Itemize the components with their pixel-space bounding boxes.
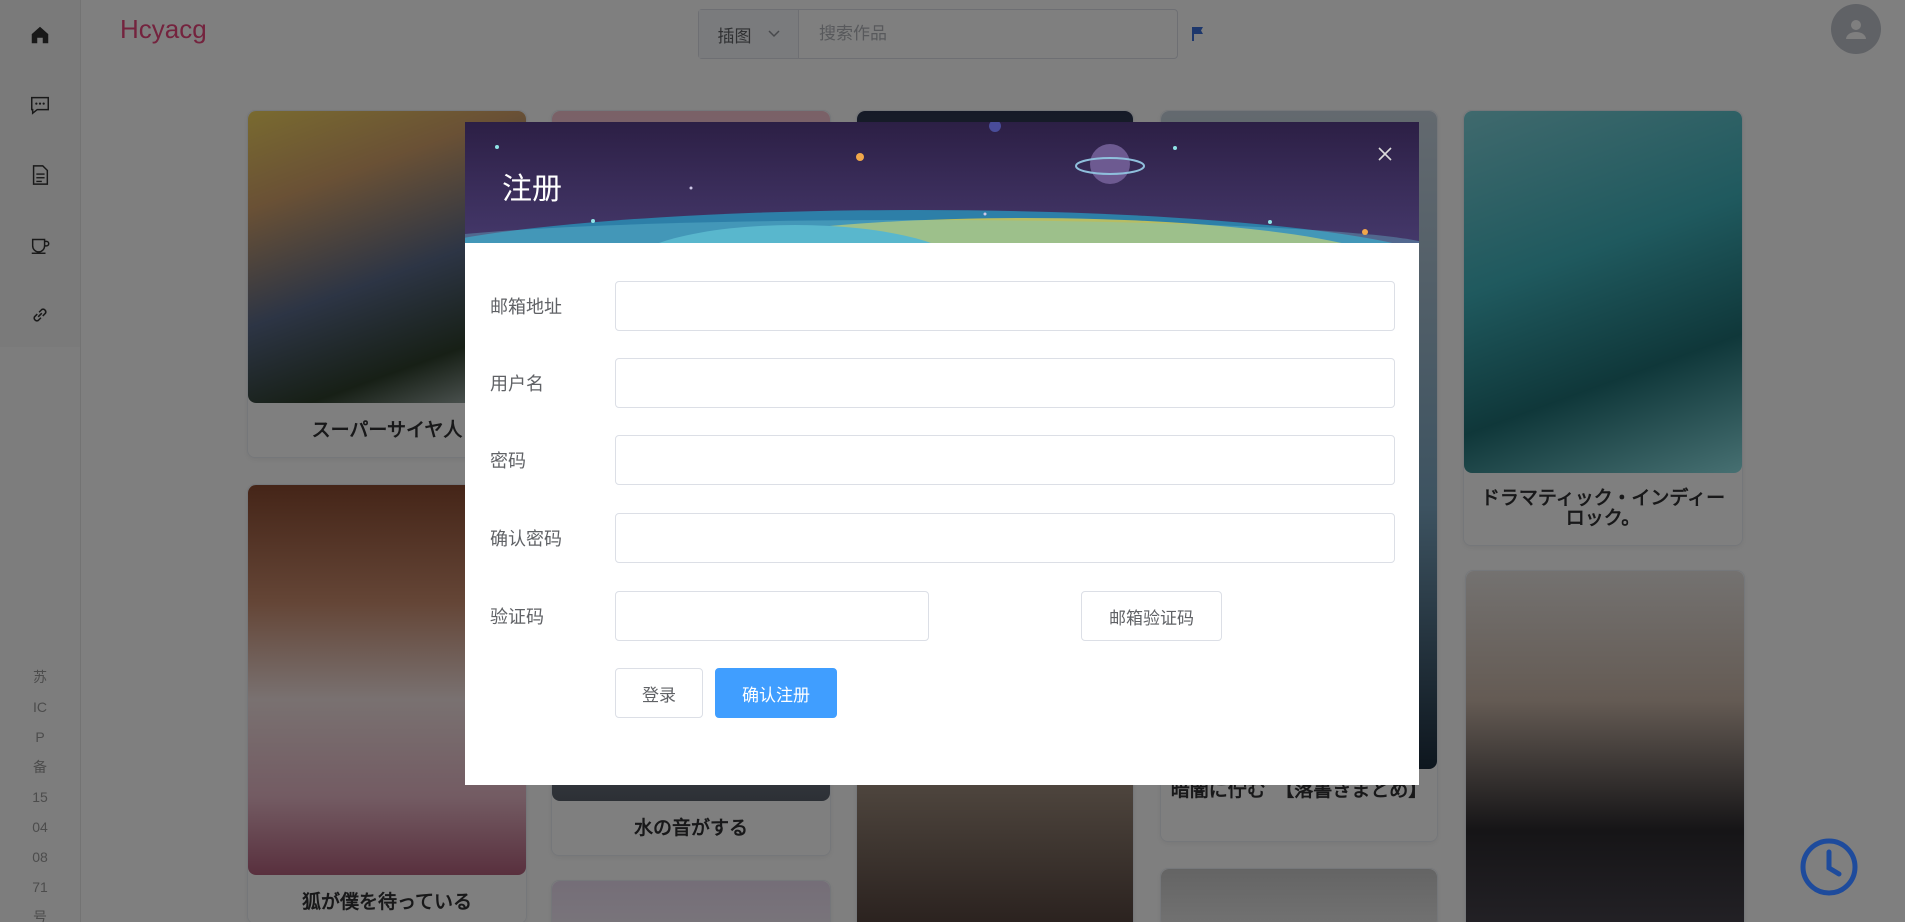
dialog-title: 注册 [502,173,562,206]
confirm-register-button[interactable]: 确认注册 [715,668,837,718]
confirm-password-label: 确认密码 [490,529,562,549]
login-button[interactable]: 登录 [615,668,703,718]
username-label: 用户名 [490,374,544,394]
email-field[interactable] [615,281,1395,331]
actions-row: 登录 确认注册 [465,668,1419,720]
username-field[interactable] [615,358,1395,408]
verification-code-row: 验证码 邮箱验证码 [465,591,1419,643]
dialog-header: 注册 [465,122,1419,243]
email-label: 邮箱地址 [490,297,562,317]
verification-code-label: 验证码 [490,607,544,627]
space-banner-art [465,122,1419,243]
confirm-password-row: 确认密码 [465,513,1419,565]
register-dialog: 注册 邮箱地址 用户名 密码 确认密码 验证码 邮箱验证码 登录 确认注册 [465,122,1419,785]
verification-code-field[interactable] [615,591,929,641]
password-field[interactable] [615,435,1395,485]
confirm-password-field[interactable] [615,513,1395,563]
email-row: 邮箱地址 [465,281,1419,333]
username-row: 用户名 [465,358,1419,410]
send-email-code-button[interactable]: 邮箱验证码 [1081,591,1222,641]
password-label: 密码 [490,451,526,471]
password-row: 密码 [465,435,1419,487]
clock-icon[interactable] [1800,838,1858,896]
close-icon[interactable] [1377,146,1393,162]
